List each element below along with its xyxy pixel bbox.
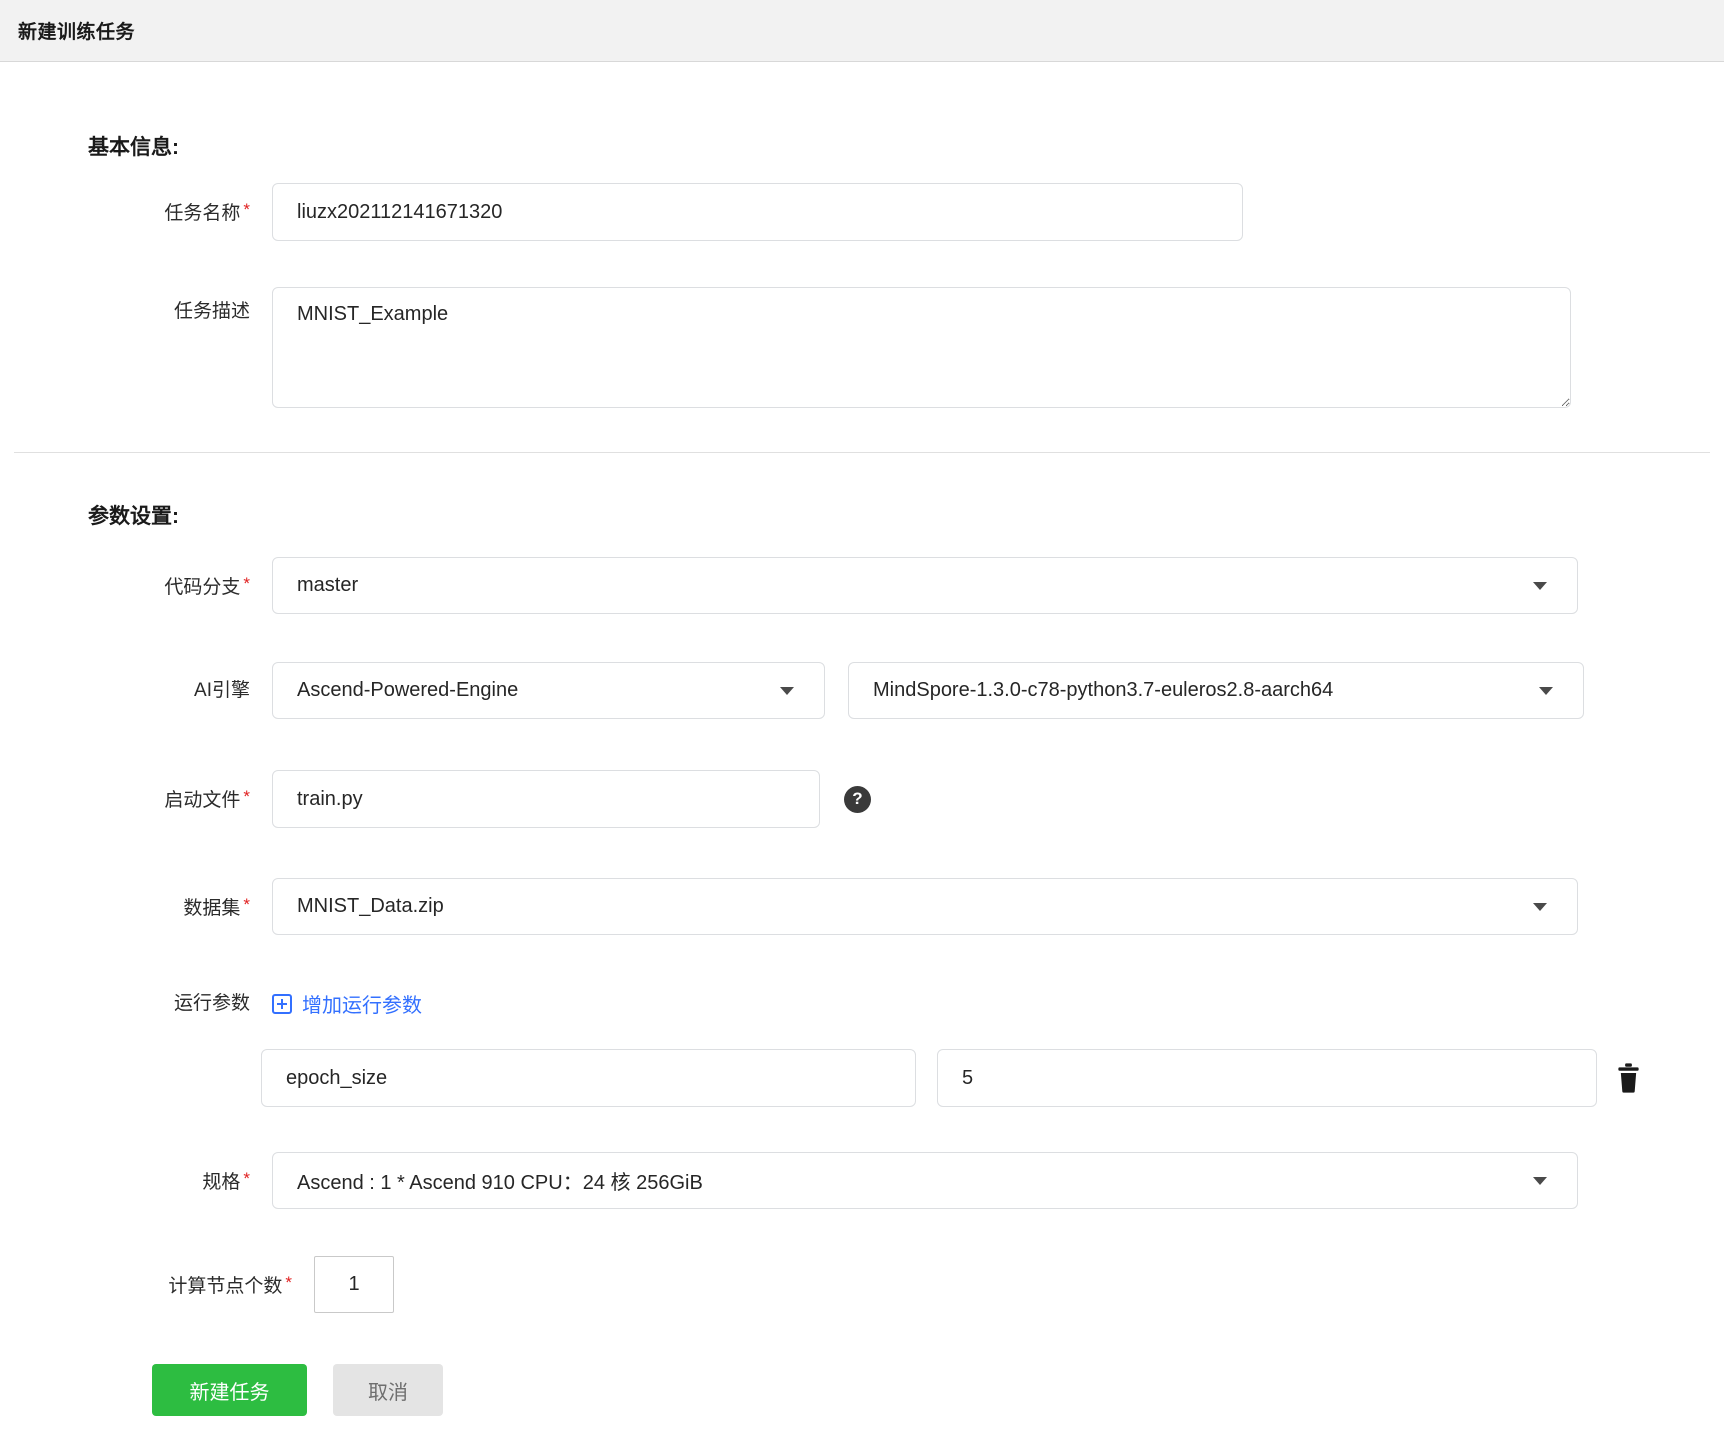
required-asterisk: * (243, 573, 250, 593)
node-count-label: 计算节点个数 * (168, 1272, 292, 1297)
required-asterisk: * (243, 787, 250, 806)
spec-label: 规格 * (202, 1168, 250, 1193)
task-name-row: 任务名称 * (0, 183, 1724, 241)
add-run-param-link[interactable]: 增加运行参数 (272, 989, 422, 1018)
run-param-value-input[interactable] (937, 1049, 1597, 1107)
run-param-name-input[interactable] (261, 1049, 916, 1107)
add-icon (272, 993, 292, 1014)
task-desc-textarea[interactable]: MNIST_Example (272, 287, 1571, 408)
boot-file-label: 启动文件 * (164, 787, 250, 811)
chevron-down-icon (1539, 686, 1553, 695)
form-body: 基本信息: 任务名称* 任务描述 MNIST_Example 参数设置: 代码分… (0, 135, 1724, 1416)
required-asterisk: * (243, 1168, 250, 1188)
param-settings-heading: 参数设置: (88, 505, 179, 528)
spec-row: 规格 * Ascend : 1 * Ascend 910 CPU：24 核 256… (0, 1152, 1724, 1209)
run-params-row: 运行参数 增加运行参数 (0, 989, 1724, 1018)
node-count-input[interactable] (314, 1256, 394, 1313)
footer-buttons-row: 新建任务 取消 (152, 1364, 1724, 1416)
dataset-select[interactable]: MNIST_Data.zip (272, 878, 1578, 935)
spec-select[interactable]: Ascend : 1 * Ascend 910 CPU：24 核 256GiB (272, 1152, 1578, 1209)
task-desc-row: 任务描述 MNIST_Example (0, 287, 1724, 408)
ai-engine-selected-value: Ascend-Powered-Engine (297, 679, 519, 701)
code-branch-selected-value: master (297, 574, 359, 596)
code-branch-label: 代码分支 * (164, 573, 250, 598)
help-icon[interactable]: ? (844, 785, 871, 813)
ai-engine-select[interactable]: Ascend-Powered-Engine (272, 662, 825, 719)
required-asterisk: * (285, 1272, 292, 1292)
dataset-row: 数据集 * MNIST_Data.zip (0, 878, 1724, 935)
create-task-button[interactable]: 新建任务 (152, 1364, 307, 1416)
chevron-down-icon (1533, 1176, 1547, 1185)
run-params-label: 运行参数 (173, 992, 250, 1014)
add-run-param-label: 增加运行参数 (302, 995, 422, 1017)
basic-info-heading: 基本信息: (88, 136, 179, 159)
chevron-down-icon (780, 686, 794, 695)
engine-version-select[interactable]: MindSpore-1.3.0-c78-python3.7-euleros2.8… (848, 662, 1584, 719)
code-branch-select[interactable]: master (272, 557, 1578, 614)
ai-engine-label: AI引擎 (194, 679, 250, 701)
cancel-button[interactable]: 取消 (333, 1364, 443, 1416)
node-count-row: 计算节点个数 * (0, 1256, 1724, 1313)
delete-run-param-button[interactable] (1615, 1063, 1642, 1093)
code-branch-row: 代码分支 * master (0, 557, 1724, 614)
task-name-input[interactable] (272, 183, 1243, 241)
section-divider (14, 452, 1710, 453)
task-name-label: 任务名称 * (164, 200, 250, 224)
spec-selected-value: Ascend : 1 * Ascend 910 CPU：24 核 256GiB (297, 1172, 703, 1194)
run-param-entry-row (0, 1049, 1724, 1107)
task-desc-label: 任务描述 (173, 301, 250, 322)
page-title: 新建训练任务 (18, 22, 136, 43)
dataset-label: 数据集 * (183, 894, 250, 919)
boot-file-row: 启动文件* ? (0, 770, 1724, 828)
chevron-down-icon (1533, 581, 1547, 590)
page-header: 新建训练任务 (0, 0, 1724, 62)
ai-engine-row: AI引擎 Ascend-Powered-Engine MindSpore-1.3… (0, 662, 1724, 719)
chevron-down-icon (1533, 902, 1547, 911)
boot-file-input[interactable] (272, 770, 820, 828)
engine-version-selected-value: MindSpore-1.3.0-c78-python3.7-euleros2.8… (873, 679, 1334, 701)
trash-icon (1618, 1063, 1639, 1093)
required-asterisk: * (243, 894, 250, 914)
dataset-selected-value: MNIST_Data.zip (297, 895, 444, 917)
required-asterisk: * (243, 200, 250, 219)
